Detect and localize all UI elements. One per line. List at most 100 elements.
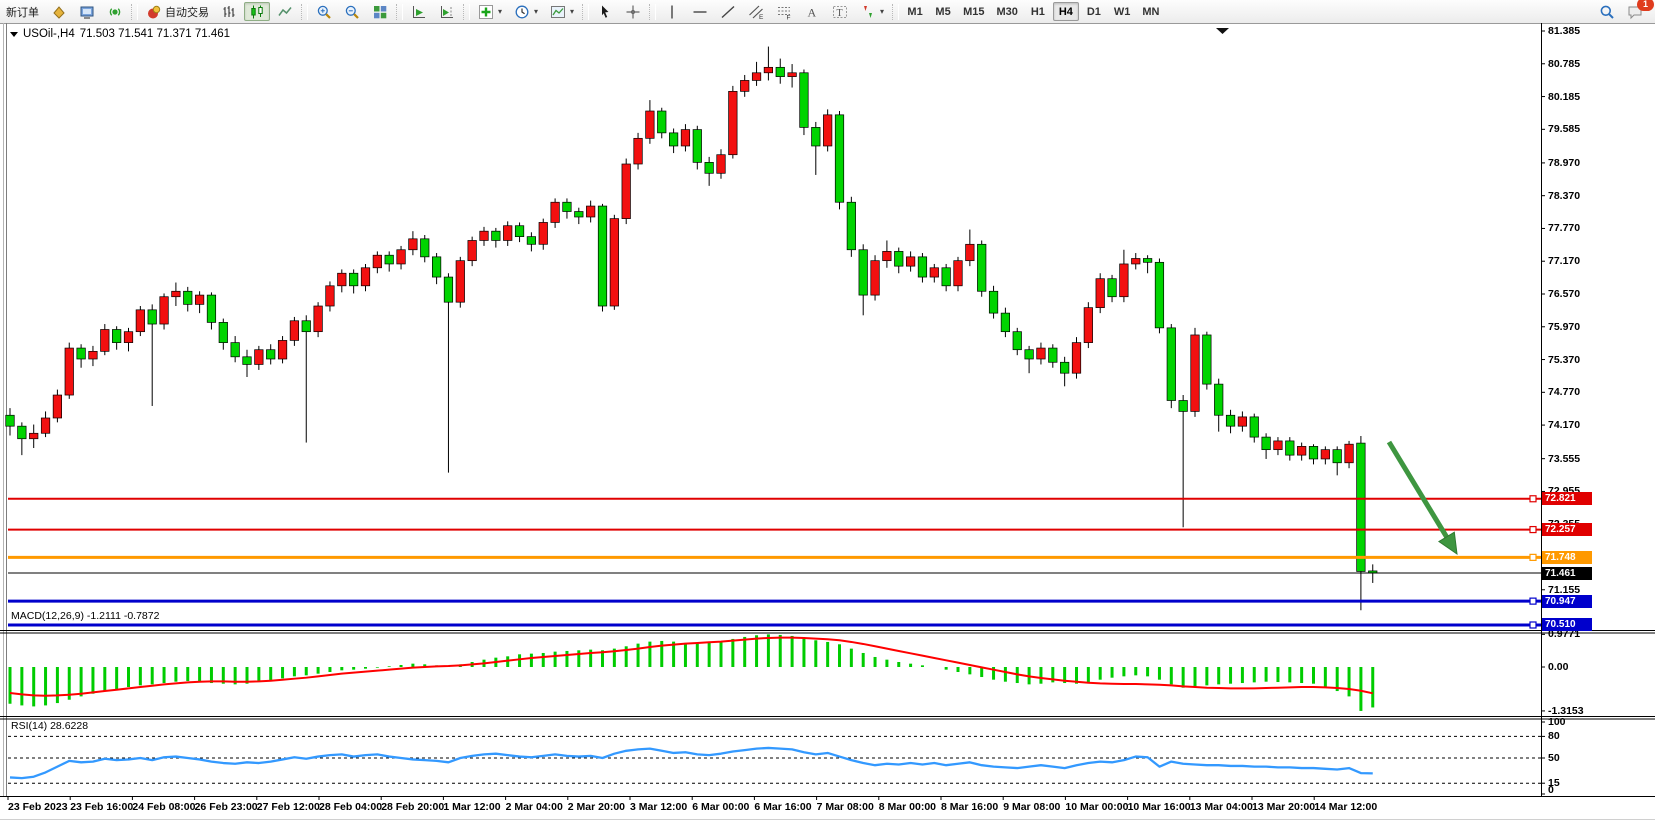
candle — [290, 321, 299, 341]
candle — [184, 291, 193, 304]
timeframe-m15-button[interactable]: M15 — [958, 2, 989, 21]
new-order-label: 新订单 — [6, 4, 39, 20]
candle — [53, 395, 62, 418]
toolbar-separator — [649, 4, 656, 20]
line-chart-button[interactable] — [272, 2, 298, 21]
candle — [1250, 417, 1259, 437]
crosshair-button[interactable] — [620, 2, 646, 21]
candle — [373, 255, 382, 268]
candle — [740, 80, 749, 91]
indicators-icon — [478, 4, 494, 20]
symbol-dropdown-icon[interactable] — [10, 32, 18, 37]
candle — [705, 162, 714, 173]
candle — [231, 343, 240, 357]
timeframe-group: M1M5M15M30H1H4D1W1MN — [901, 0, 1165, 23]
fibonacci-button[interactable]: F — [771, 2, 797, 21]
time-axis-label: 28 Feb 20:00 — [381, 801, 444, 813]
toolbar-separator — [301, 4, 308, 20]
candle — [1143, 258, 1152, 262]
candle — [480, 231, 489, 240]
candle — [658, 111, 667, 133]
arrows-button[interactable]: ▾ — [855, 2, 889, 21]
vline-icon — [664, 4, 680, 20]
hline-button[interactable] — [687, 2, 713, 21]
new-order-button[interactable]: 新订单 — [1, 2, 44, 21]
hline-icon — [692, 4, 708, 20]
bar-chart-icon — [221, 4, 237, 20]
trendline-button[interactable] — [715, 2, 741, 21]
chart-shift-icon — [439, 4, 455, 20]
price-axis-tick-label: 76.570 — [1548, 288, 1580, 300]
time-axis-label: 6 Mar 16:00 — [754, 801, 811, 813]
label-button[interactable]: T — [827, 2, 853, 21]
notifications-button[interactable]: 1 — [1622, 2, 1648, 21]
time-axis-strip[interactable] — [0, 818, 1655, 825]
time-axis-label: 26 Feb 23:00 — [195, 801, 258, 813]
time-axis-label: 23 Feb 16:00 — [70, 801, 133, 813]
price-axis-tick-label: 75.370 — [1548, 354, 1580, 366]
timeframe-m5-button[interactable]: M5 — [930, 2, 956, 21]
search-button[interactable] — [1594, 2, 1620, 21]
candle — [1214, 384, 1223, 415]
timeframe-d1-button[interactable]: D1 — [1081, 2, 1107, 21]
notification-badge: 1 — [1637, 0, 1654, 11]
chart-shift-button[interactable] — [434, 2, 460, 21]
candle — [1167, 328, 1176, 401]
macd-scale-label: 0.00 — [1548, 661, 1568, 673]
candle — [243, 357, 252, 365]
time-axis-label: 6 Mar 00:00 — [692, 801, 749, 813]
text-button[interactable]: A — [799, 2, 825, 21]
cursor-button[interactable] — [592, 2, 618, 21]
toolbar-separator — [892, 4, 899, 20]
svg-text:E: E — [759, 14, 764, 20]
candlestick-button[interactable] — [244, 2, 270, 21]
toolbar-separator — [463, 4, 470, 20]
auto-scroll-button[interactable] — [406, 2, 432, 21]
candle — [752, 73, 761, 81]
channel-icon: E — [748, 4, 764, 20]
rsi-scale-label: 50 — [1548, 752, 1560, 764]
price-tag-72.257: 72.257 — [1542, 523, 1592, 536]
order-history-button[interactable] — [46, 2, 72, 21]
price-tag-72.821: 72.821 — [1542, 492, 1592, 505]
timeframe-h4-button[interactable]: H4 — [1053, 2, 1079, 21]
templates-button[interactable]: ▾ — [545, 2, 579, 21]
candle — [1274, 441, 1283, 450]
candle — [515, 226, 524, 237]
chart-area[interactable]: USOil-,H4 71.503 71.541 71.371 71.461 MA… — [0, 23, 1655, 825]
tile-windows-button[interactable] — [367, 2, 393, 21]
zoom-in-button[interactable] — [311, 2, 337, 21]
bar-chart-button[interactable] — [216, 2, 242, 21]
rsi-line — [10, 748, 1373, 778]
signals-button[interactable] — [102, 2, 128, 21]
vline-button[interactable] — [659, 2, 685, 21]
label-icon: T — [832, 4, 848, 20]
time-axis-label: 28 Feb 04:00 — [319, 801, 382, 813]
zoom-out-button[interactable] — [339, 2, 365, 21]
price-line-handle — [1530, 622, 1536, 628]
candle — [1357, 443, 1366, 571]
indicators-button[interactable]: ▾ — [473, 2, 507, 21]
trend-arrow-line[interactable] — [1389, 442, 1450, 542]
timeframe-h1-button[interactable]: H1 — [1025, 2, 1051, 21]
candle — [942, 268, 951, 286]
timeframe-m1-button[interactable]: M1 — [902, 2, 928, 21]
candle — [1060, 362, 1069, 373]
terminal-button[interactable] — [74, 2, 100, 21]
candle — [1321, 450, 1330, 459]
channel-button[interactable]: E — [743, 2, 769, 21]
periods-button[interactable]: ▾ — [509, 2, 543, 21]
auto-trading-icon — [146, 4, 162, 20]
candle — [1155, 262, 1164, 328]
candle — [1132, 258, 1141, 263]
timeframe-m30-button[interactable]: M30 — [991, 2, 1022, 21]
time-axis-label: 7 Mar 08:00 — [817, 801, 874, 813]
timeframe-mn-button[interactable]: MN — [1137, 2, 1164, 21]
auto-trading-button[interactable]: 自动交易 — [141, 2, 214, 21]
candle — [6, 415, 15, 426]
candle — [1262, 437, 1271, 450]
timeframe-w1-button[interactable]: W1 — [1109, 2, 1136, 21]
candle — [634, 138, 643, 164]
scroll-to-end-icon[interactable] — [1216, 28, 1229, 34]
candle — [989, 291, 998, 313]
